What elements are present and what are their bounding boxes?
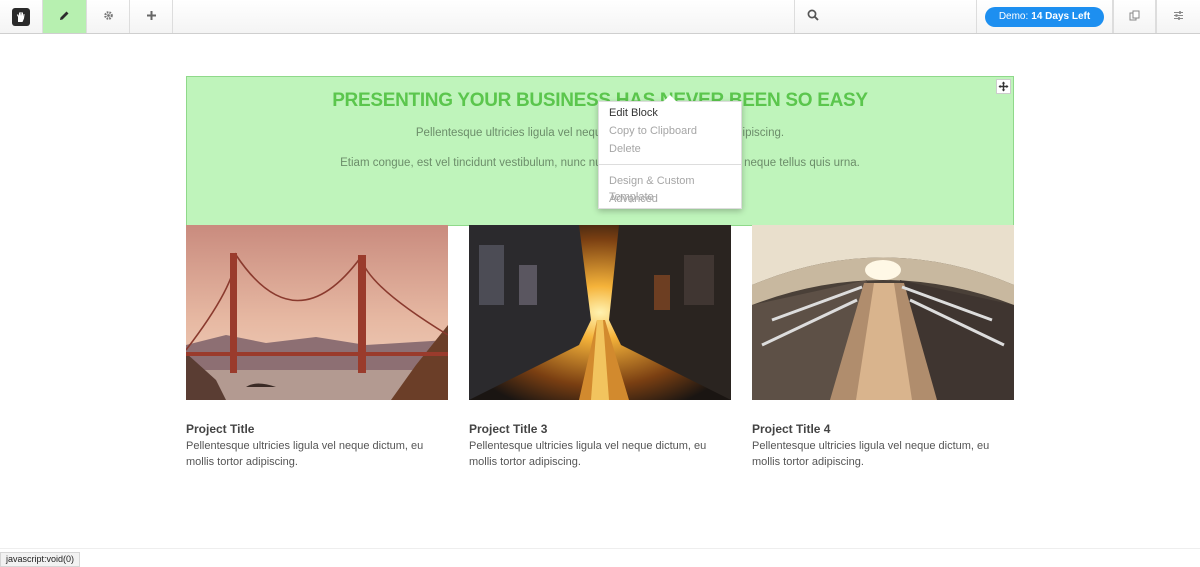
project-description: Pellentesque ultricies ligula vel neque … xyxy=(752,440,990,468)
demo-label: Demo: xyxy=(998,11,1029,22)
golden-gate-bridge-image xyxy=(186,225,448,400)
demo-status: Demo: 14 Days Left xyxy=(976,0,1113,33)
project-title: Project Title 4 xyxy=(752,422,831,436)
menu-item-design-custom-template[interactable]: Design & Custom Template xyxy=(609,173,741,203)
escalator-tunnel-image xyxy=(752,225,1014,400)
move-block-icon[interactable] xyxy=(996,79,1011,94)
menu-item-edit-block[interactable]: Edit Block xyxy=(609,105,658,121)
project-title: Project Title 3 xyxy=(469,422,548,436)
project-description: Pellentesque ultricies ligula vel neque … xyxy=(186,440,424,468)
edit-mode-button[interactable] xyxy=(43,0,87,33)
menu-item-copy-to-clipboard[interactable]: Copy to Clipboard xyxy=(609,123,697,139)
plus-icon xyxy=(146,8,157,26)
demo-days-left: 14 Days Left xyxy=(1031,11,1091,22)
project-card: Project Title Pellentesque ultricies lig… xyxy=(186,225,448,470)
browser-status-bar: javascript:void(0) xyxy=(0,552,81,567)
page-divider xyxy=(0,548,1200,549)
project-title: Project Title xyxy=(186,422,255,436)
pages-icon xyxy=(1129,8,1140,26)
block-context-menu: Edit Block Copy to Clipboard Delete Desi… xyxy=(598,95,742,209)
add-content-button[interactable] xyxy=(130,0,173,33)
gear-icon xyxy=(103,8,114,26)
project-card: Project Title 3 Pellentesque ultricies l… xyxy=(469,225,731,470)
menu-item-advanced[interactable]: Advanced xyxy=(609,191,658,207)
dashboard-button[interactable] xyxy=(1156,0,1200,33)
menu-divider xyxy=(599,164,741,165)
sunset-street-image xyxy=(469,225,731,400)
sitemap-button[interactable] xyxy=(1113,0,1156,33)
concrete5-logo-icon xyxy=(12,7,30,26)
page-settings-button[interactable] xyxy=(87,0,130,33)
project-description: Pellentesque ultricies ligula vel neque … xyxy=(469,440,707,468)
menu-item-delete[interactable]: Delete xyxy=(609,141,641,157)
logo-button[interactable] xyxy=(0,0,43,33)
editor-toolbar: Demo: 14 Days Left xyxy=(0,0,1200,34)
sliders-icon xyxy=(1173,8,1184,26)
demo-badge[interactable]: Demo: 14 Days Left xyxy=(984,6,1105,27)
project-card: Project Title 4 Pellentesque ultricies l… xyxy=(752,225,1014,470)
pencil-icon xyxy=(59,8,70,26)
search-icon xyxy=(807,8,819,26)
search-button[interactable] xyxy=(794,0,830,33)
